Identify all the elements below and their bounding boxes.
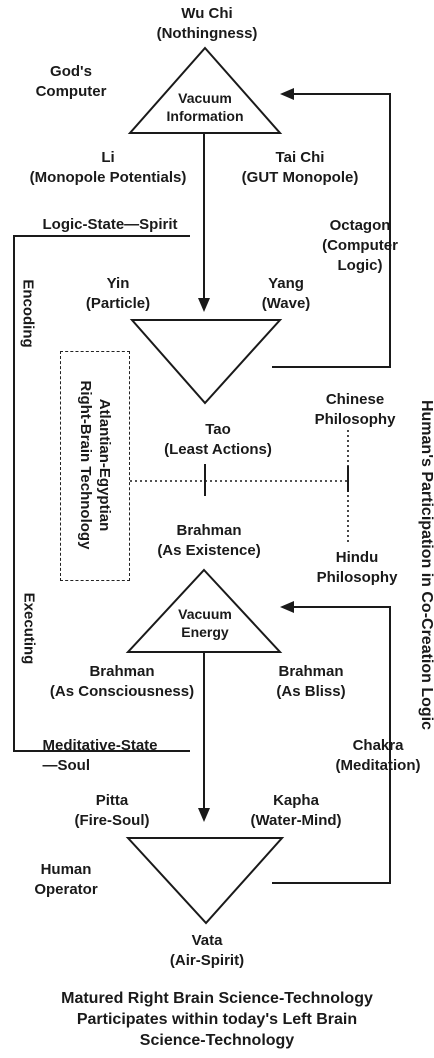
wu-chi-title: Wu Chi: [181, 5, 233, 22]
brahman-bliss-title: Brahman: [278, 663, 344, 680]
pitta-subtitle: (Fire-Soul): [74, 812, 150, 829]
tai-chi-label: Tai Chi (GUT Monopole): [242, 148, 359, 188]
vacuum-energy-line2: Energy: [181, 624, 229, 640]
octagon-line3: Logic): [337, 257, 383, 274]
human-operator-line1: Human: [40, 861, 92, 878]
caption-line1: Matured Right Brain Science-Technology: [61, 990, 373, 1007]
tao-subtitle: (Least Actions): [164, 441, 272, 458]
vata-subtitle: (Air-Spirit): [169, 952, 245, 969]
hindu-philosophy-label: Hindu Philosophy: [317, 548, 398, 588]
human-operator-label: Human Operator: [34, 860, 97, 900]
brahman-bliss-label: Brahman (As Bliss): [276, 662, 345, 702]
gods-computer-line1: God's: [50, 63, 92, 80]
vacuum-information-label: Vacuum Information: [167, 89, 244, 125]
arrowhead-left-lower: [280, 601, 294, 613]
tai-chi-title: Tai Chi: [275, 149, 325, 166]
octagon-line2: (Computer: [322, 237, 398, 254]
hindu-line2: Philosophy: [316, 569, 398, 586]
tao-title: Tao: [205, 421, 231, 438]
chakra-title: Chakra: [352, 737, 404, 754]
meditative-state-line1: Meditative-State: [42, 737, 158, 754]
middle-triangle: [129, 319, 283, 405]
tao-label: Tao (Least Actions): [164, 420, 272, 460]
executing-text: Executing: [20, 592, 38, 665]
meditative-state-line2: —Soul: [42, 757, 90, 774]
chakra-subtitle: (Meditation): [335, 757, 421, 774]
meditative-state-label: Meditative-State —Soul: [42, 736, 157, 776]
brahman-consciousness-label: Brahman (As Consciousness): [50, 662, 194, 702]
vata-label: Vata (Air-Spirit): [170, 931, 244, 971]
pitta-title: Pitta: [95, 792, 129, 809]
gods-computer-line2: Computer: [35, 83, 107, 100]
hindu-line1: Hindu: [335, 549, 379, 566]
atlantian-line2: Right-Brain Technology: [77, 380, 94, 550]
brahman-existence-title: Brahman: [176, 522, 242, 539]
logic-state-label: Logic-State—Spirit: [42, 215, 177, 235]
chakra-label: Chakra (Meditation): [336, 736, 421, 776]
chinese-line1: Chinese: [325, 391, 385, 408]
kapha-title: Kapha: [273, 792, 319, 809]
octagon-label: Octagon (Computer Logic): [322, 216, 398, 276]
chinese-philosophy-label: Chinese Philosophy: [315, 390, 396, 430]
arrowhead-down-bottom: [198, 808, 210, 822]
kapha-subtitle: (Water-Mind): [250, 812, 342, 829]
encoding-label: Encoding: [20, 274, 37, 354]
kapha-label: Kapha (Water-Mind): [250, 791, 341, 831]
brahman-existence-subtitle: (As Existence): [157, 542, 261, 559]
atlantian-line1: Atlantian-Egyptian: [96, 398, 113, 532]
human-operator-line2: Operator: [34, 881, 98, 898]
arrowhead-left-upper: [280, 88, 294, 100]
yin-title: Yin: [106, 275, 130, 292]
tai-chi-subtitle: (GUT Monopole): [241, 169, 359, 186]
executing-label: Executing: [21, 587, 38, 671]
wu-chi-subtitle: (Nothingness): [156, 25, 258, 42]
li-title: Li: [101, 149, 115, 166]
caption-line3: Science-Technology: [139, 1032, 295, 1049]
brahman-bliss-subtitle: (As Bliss): [276, 683, 346, 700]
vacuum-energy-label: Vacuum Energy: [178, 605, 232, 641]
logic-state-text: Logic-State—Spirit: [42, 216, 178, 233]
octagon-line1: Octagon: [329, 217, 391, 234]
brahman-consciousness-subtitle: (As Consciousness): [49, 683, 195, 700]
wu-chi-label: Wu Chi (Nothingness): [157, 4, 258, 44]
human-participation-text: Human's Participation in Co-Creation Log…: [418, 399, 434, 731]
encoding-text: Encoding: [19, 279, 37, 348]
yang-label: Yang (Wave): [262, 274, 311, 314]
atlantian-label: Atlantian-Egyptian Right-Brain Technolog…: [76, 359, 114, 571]
vacuum-information-line2: Information: [166, 108, 244, 124]
arrowhead-down-middle: [198, 298, 210, 312]
chinese-line2: Philosophy: [314, 411, 396, 428]
diagram-caption: Matured Right Brain Science-Technology P…: [0, 988, 434, 1051]
yang-subtitle: (Wave): [261, 295, 311, 312]
vacuum-energy-line1: Vacuum: [178, 606, 232, 622]
gods-computer-label: God's Computer: [36, 62, 107, 102]
bottom-triangle: [125, 837, 285, 925]
li-label: Li (Monopole Potentials): [30, 148, 187, 188]
vata-title: Vata: [191, 932, 223, 949]
yang-title: Yang: [268, 275, 304, 292]
yin-subtitle: (Particle): [85, 295, 151, 312]
brahman-consciousness-title: Brahman: [89, 663, 155, 680]
brahman-existence-label: Brahman (As Existence): [157, 521, 260, 561]
pitta-label: Pitta (Fire-Soul): [75, 791, 150, 831]
caption-line2: Participates within today's Left Brain: [76, 1011, 358, 1028]
human-participation-label: Human's Participation in Co-Creation Log…: [417, 355, 434, 775]
li-subtitle: (Monopole Potentials): [29, 169, 187, 186]
vacuum-information-line1: Vacuum: [178, 90, 232, 106]
yin-label: Yin (Particle): [86, 274, 150, 314]
